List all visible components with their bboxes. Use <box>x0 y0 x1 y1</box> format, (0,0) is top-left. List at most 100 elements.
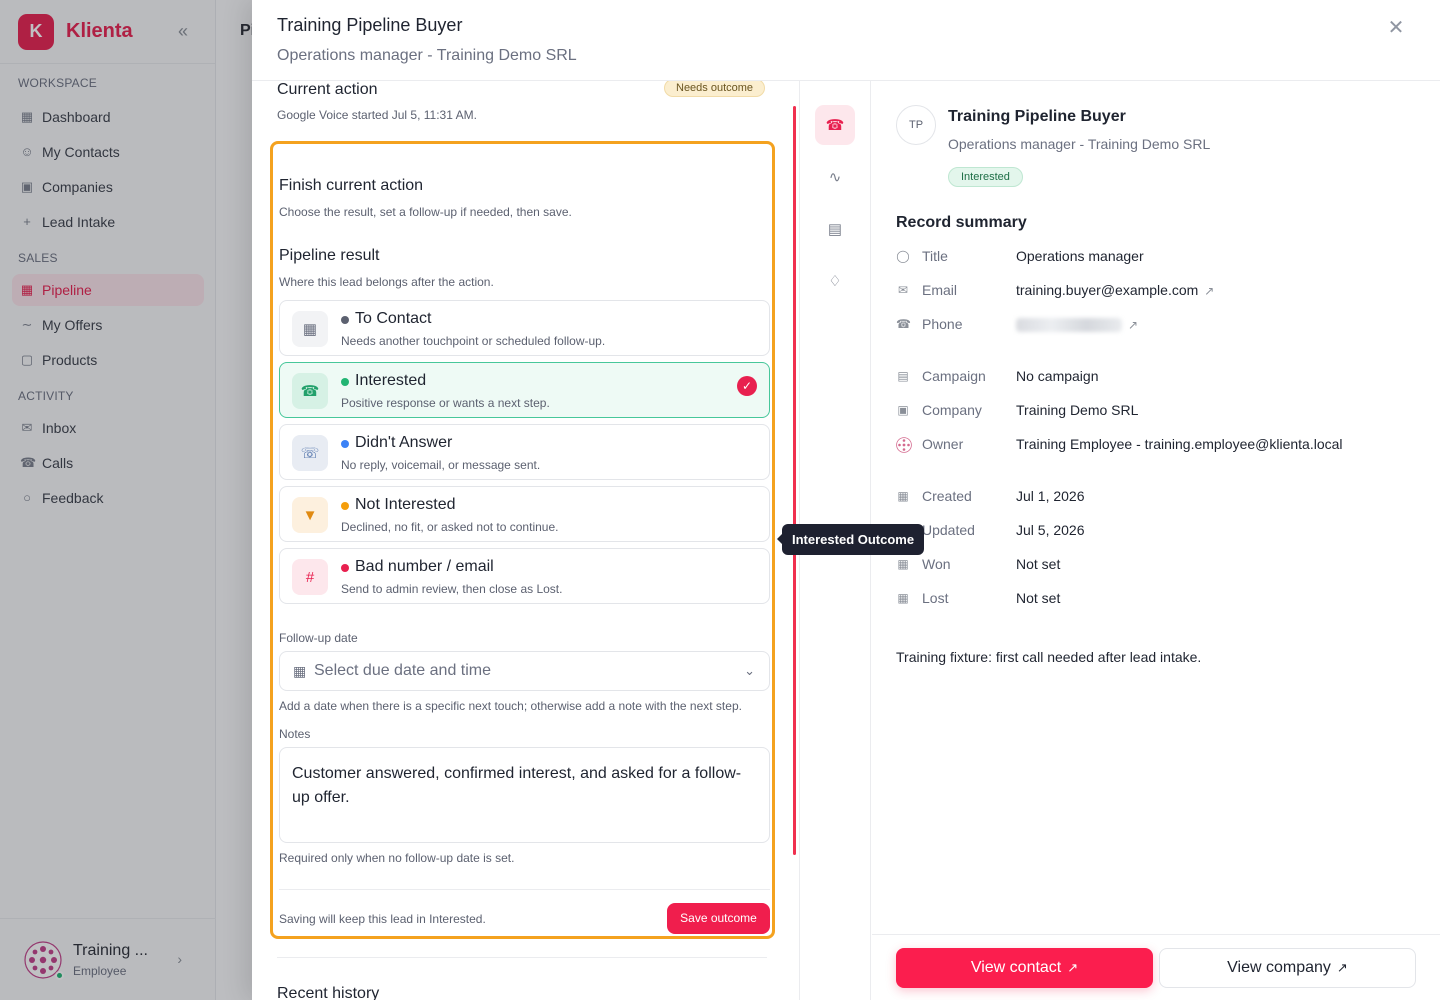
field-label: Title <box>922 248 948 264</box>
calendar-icon: ▦ <box>292 311 328 347</box>
field-label: Email <box>922 282 958 298</box>
field-owner: Owner Training Employee - training.emplo… <box>896 435 1416 455</box>
drawer-subtitle: Operations manager - Training Demo SRL <box>277 47 577 64</box>
option-bad-number[interactable]: # Bad number / email Send to admin revie… <box>279 548 770 604</box>
option-description: No reply, voicemail, or message sent. <box>341 458 541 472</box>
field-won: ▦ Won Not set <box>896 555 1416 575</box>
phone-redacted[interactable] <box>1016 318 1122 333</box>
avatar: TP <box>896 105 936 145</box>
document-icon[interactable]: ▤ <box>815 209 855 249</box>
external-link-icon: ↗ <box>1336 960 1348 975</box>
field-label: Phone <box>922 316 963 332</box>
option-label: To Contact <box>355 310 432 327</box>
calendar-icon: ▦ <box>293 663 307 679</box>
current-action-title: Current action <box>277 81 378 98</box>
field-label: Company <box>922 402 982 418</box>
divider <box>872 934 1440 935</box>
field-created: ▦ Created Jul 1, 2026 <box>896 487 1416 507</box>
field-value: Jul 5, 2026 <box>1016 522 1085 538</box>
field-company: ▣ Company Training Demo SRL <box>896 401 1416 421</box>
building-icon: ▣ <box>897 403 909 417</box>
option-label: Bad number / email <box>355 558 494 575</box>
save-hint: Saving will keep this lead in Interested… <box>279 912 486 926</box>
email-link[interactable]: training.buyer@example.com <box>1016 282 1198 298</box>
chevron-down-icon: ⌄ <box>744 663 755 678</box>
status-dot <box>341 316 349 324</box>
outcome-column: Current action Needs outcome Google Voic… <box>252 81 800 1000</box>
thumbs-down-icon: ▼ <box>292 497 328 533</box>
calendar-icon: ▦ <box>897 557 909 571</box>
status-dot <box>341 502 349 510</box>
button-label: View company <box>1227 959 1331 976</box>
record-name: Training Pipeline Buyer <box>948 108 1126 125</box>
field-title: ◯ Title Operations manager <box>896 247 1416 267</box>
field-label: Updated <box>922 522 975 538</box>
form-title: Finish current action <box>279 177 424 194</box>
activity-icon[interactable]: ∿ <box>815 157 855 197</box>
button-label: View contact <box>970 959 1062 976</box>
option-to-contact[interactable]: ▦ To Contact Needs another touchpoint or… <box>279 300 770 356</box>
field-value: Training Demo SRL <box>1016 402 1139 418</box>
recent-history-title: Recent history <box>277 985 380 1000</box>
notes-textarea[interactable]: Customer answered, confirmed interest, a… <box>279 747 770 843</box>
field-updated: ▦ Updated Jul 5, 2026 <box>896 521 1416 541</box>
field-label: Lost <box>922 590 949 606</box>
option-interested[interactable]: ☎ Interested Positive response or wants … <box>279 362 770 418</box>
tooltip: Interested Outcome <box>776 524 925 555</box>
mail-icon: ✉ <box>897 283 909 297</box>
option-description: Declined, no fit, or asked not to contin… <box>341 520 559 534</box>
file-icon: ▤ <box>897 369 909 383</box>
option-label: Interested <box>355 372 427 389</box>
external-link-icon[interactable]: ↗ <box>1204 284 1214 298</box>
save-outcome-button[interactable]: Save outcome <box>667 903 770 934</box>
option-description: Needs another touchpoint or scheduled fo… <box>341 334 606 348</box>
drawer-title: Training Pipeline Buyer <box>277 15 463 35</box>
field-value: Operations manager <box>1016 248 1144 264</box>
phone-missed-icon: ☏ <box>292 435 328 471</box>
option-label: Didn't Answer <box>355 434 453 451</box>
field-label: Won <box>922 556 951 572</box>
followup-label: Follow-up date <box>279 631 358 645</box>
field-label: Owner <box>922 436 964 452</box>
view-contact-button[interactable]: View contact ↗ <box>896 948 1153 988</box>
record-subtitle: Operations manager - Training Demo SRL <box>948 136 1211 152</box>
close-icon[interactable]: ✕ <box>1386 18 1406 38</box>
hash-icon: # <box>292 559 328 595</box>
external-link-icon: ↗ <box>1067 960 1079 975</box>
view-company-button[interactable]: View company ↗ <box>1159 948 1416 988</box>
option-didnt-answer[interactable]: ☏ Didn't Answer No reply, voicemail, or … <box>279 424 770 480</box>
record-note: Training fixture: first call needed afte… <box>896 649 1202 665</box>
status-badge: Needs outcome <box>664 81 766 97</box>
field-value: Jul 1, 2026 <box>1016 488 1085 504</box>
field-value: Not set <box>1016 556 1061 572</box>
divider <box>279 889 770 890</box>
phone-icon: ☎ <box>896 317 911 331</box>
check-circle-icon: ✓ <box>737 376 757 396</box>
field-label: Created <box>922 488 972 504</box>
record-panel: TP Training Pipeline Buyer Operations ma… <box>872 81 1440 1000</box>
owner-avatar-icon <box>896 437 912 453</box>
scrollbar[interactable] <box>793 106 796 855</box>
field-label: Campaign <box>922 368 986 384</box>
calendar-icon: ▦ <box>897 489 909 503</box>
field-phone: ☎ Phone ↗ <box>896 315 1416 335</box>
notes-label: Notes <box>279 727 311 741</box>
option-description: Send to admin review, then close as Lost… <box>341 582 563 596</box>
bell-icon[interactable]: ♢ <box>815 261 855 301</box>
option-not-interested[interactable]: ▼ Not Interested Declined, no fit, or as… <box>279 486 770 542</box>
followup-date-picker[interactable]: ▦ Select due date and time ⌄ <box>279 651 770 691</box>
finish-action-form: Finish current action Choose the result,… <box>270 141 775 939</box>
calendar-icon: ▦ <box>897 591 909 605</box>
record-summary-title: Record summary <box>896 214 1027 231</box>
current-action-subtitle: Google Voice started Jul 5, 11:31 AM. <box>277 108 477 122</box>
option-label: Not Interested <box>355 496 456 513</box>
phone-call-icon[interactable]: ☎ <box>815 105 855 145</box>
field-value: Not set <box>1016 590 1061 606</box>
field-value-wrap: ↗ <box>1016 316 1138 333</box>
status-dot <box>341 378 349 386</box>
followup-help: Add a date when there is a specific next… <box>279 699 742 713</box>
external-link-icon[interactable]: ↗ <box>1128 318 1138 332</box>
followup-placeholder: Select due date and time <box>314 662 492 679</box>
user-circle-icon: ◯ <box>896 249 910 263</box>
field-lost: ▦ Lost Not set <box>896 589 1416 609</box>
